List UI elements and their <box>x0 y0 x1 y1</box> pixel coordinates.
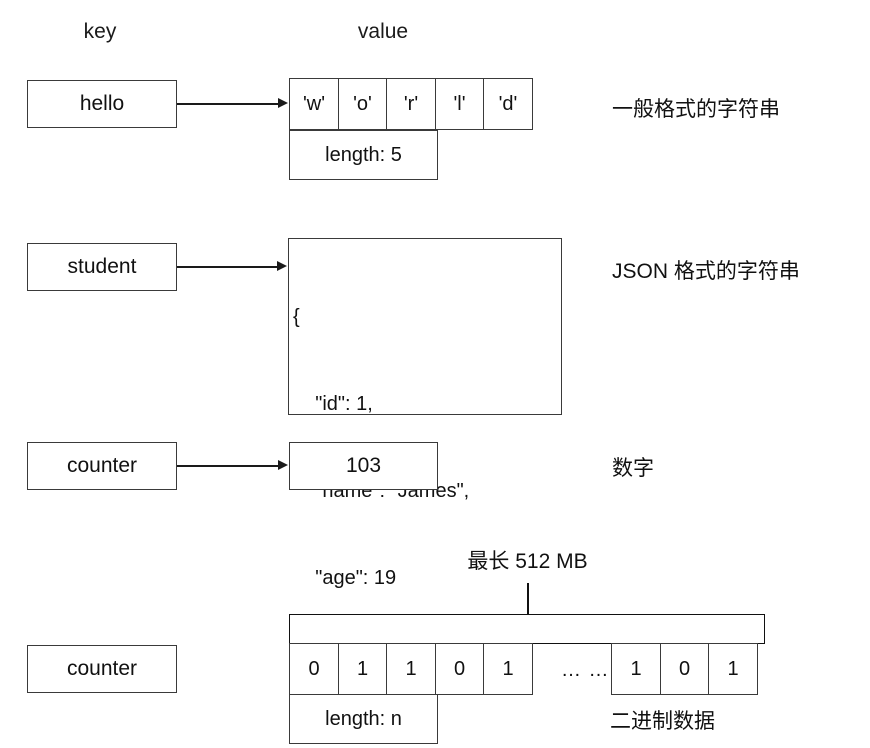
arrow-line-hello <box>177 103 278 105</box>
annotation-binary-data: 二进制数据 <box>610 710 715 733</box>
max-size-label: 最长 512 MB <box>467 550 588 573</box>
arrow-line-counter <box>177 465 278 467</box>
binary-cell: 0 <box>289 643 339 695</box>
json-line: { <box>293 306 300 328</box>
json-value-box: { "id": 1, "name": "James", "age": 19 } <box>288 238 562 676</box>
length-box-hello: length: 5 <box>289 130 438 180</box>
key-box-counter-binary: counter <box>27 645 177 693</box>
annotation-number: 数字 <box>612 457 654 480</box>
arrow-head-icon-counter <box>278 460 288 470</box>
max-size-tick <box>527 583 529 615</box>
value-box-counter: 103 <box>289 442 438 490</box>
binary-cell: 1 <box>337 643 388 695</box>
arrow-head-icon-hello <box>278 98 288 108</box>
char-cell: 'o' <box>337 78 388 130</box>
char-cell: 'w' <box>289 78 339 130</box>
binary-ellipsis: … … <box>561 659 610 681</box>
binary-span-bracket <box>289 614 765 644</box>
json-line: "id": 1, <box>293 393 373 415</box>
binary-cell-row-left: 0 1 1 0 1 <box>289 643 533 695</box>
diagram-canvas: key value hello 'w' 'o' 'r' 'l' 'd' leng… <box>0 0 870 748</box>
length-box-binary: length: n <box>289 694 438 744</box>
char-cell: 'r' <box>386 78 436 130</box>
annotation-plain-string: 一般格式的字符串 <box>612 98 780 121</box>
binary-cell: 0 <box>434 643 485 695</box>
binary-cell: 1 <box>483 643 533 695</box>
char-cell: 'l' <box>434 78 485 130</box>
binary-cell: 1 <box>611 643 661 695</box>
binary-cell: 0 <box>659 643 710 695</box>
char-cell: 'd' <box>483 78 533 130</box>
binary-cell: 1 <box>708 643 758 695</box>
arrow-line-student <box>177 266 277 268</box>
column-header-value: value <box>357 20 409 43</box>
key-box-student: student <box>27 243 177 291</box>
column-header-key: key <box>83 20 117 43</box>
char-cell-row-hello: 'w' 'o' 'r' 'l' 'd' <box>289 78 533 130</box>
annotation-json-string: JSON 格式的字符串 <box>612 260 800 283</box>
arrow-head-icon-student <box>277 261 287 271</box>
binary-cell: 1 <box>386 643 436 695</box>
binary-cell-row-right: 1 0 1 <box>611 643 758 695</box>
key-box-hello: hello <box>27 80 177 128</box>
key-box-counter: counter <box>27 442 177 490</box>
